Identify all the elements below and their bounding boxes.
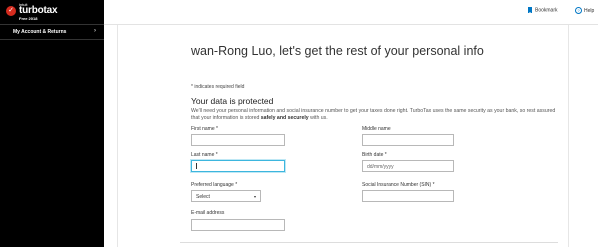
birth-date-label: Birth date *: [362, 152, 387, 158]
preferred-language-label: Preferred language *: [191, 182, 238, 188]
edition-label: Free 2018: [19, 16, 38, 21]
preferred-language-select[interactable]: Select ▾: [191, 190, 261, 202]
sin-input[interactable]: [362, 190, 454, 202]
help-label: Help: [584, 7, 595, 14]
chevron-right-icon: ›: [94, 28, 96, 34]
help-button[interactable]: ? Help: [575, 7, 594, 14]
bookmark-label: Bookmark: [535, 7, 558, 14]
first-name-label: First name *: [191, 126, 218, 132]
turbotax-wordmark: turbotax: [19, 5, 58, 16]
dropdown-arrow-icon: ▾: [253, 194, 256, 199]
content-border-right: [568, 25, 569, 247]
paragraph-text: We'll need your personal information and…: [191, 108, 556, 121]
content-border-left: [117, 25, 118, 247]
sin-label: Social Insurance Number (SIN) *: [362, 182, 435, 188]
first-name-input[interactable]: [191, 134, 285, 146]
middle-name-label: Middle name: [362, 126, 391, 132]
paragraph-emphasis: safely and securely: [260, 115, 309, 121]
paragraph-text-end: with us.: [308, 115, 328, 121]
page-title: wan-Rong Luo, let's get the rest of your…: [191, 44, 484, 58]
birth-date-input[interactable]: dd/mm/yyyy: [362, 160, 454, 172]
help-icon: ?: [575, 7, 582, 14]
form-bottom-divider: [180, 242, 558, 243]
last-name-label: Last name *: [191, 152, 218, 158]
text-cursor: [196, 163, 197, 169]
bookmark-button[interactable]: Bookmark: [528, 7, 558, 13]
checkmark-logo-icon: ✓: [6, 6, 16, 16]
header-divider: [104, 24, 598, 25]
email-input[interactable]: [191, 219, 285, 231]
section-heading: Your data is protected: [191, 96, 274, 106]
last-name-input[interactable]: [191, 160, 285, 172]
email-label: E-mail address: [191, 210, 225, 216]
sidebar-divider: [0, 39, 104, 40]
sidebar: ✓ intuit turbotax Free 2018 My Account &…: [0, 0, 104, 247]
middle-name-input[interactable]: [362, 134, 454, 146]
turbotax-logo[interactable]: ✓ intuit turbotax Free 2018: [6, 2, 96, 24]
sidebar-item-label: My Account & Returns: [13, 29, 67, 35]
sidebar-item-my-account-returns[interactable]: My Account & Returns ›: [0, 25, 104, 39]
bookmark-icon: [528, 7, 532, 13]
security-paragraph: We'll need your personal information and…: [191, 108, 563, 122]
preferred-language-value: Select: [196, 194, 210, 200]
required-field-note: * indicates required field: [191, 84, 245, 90]
